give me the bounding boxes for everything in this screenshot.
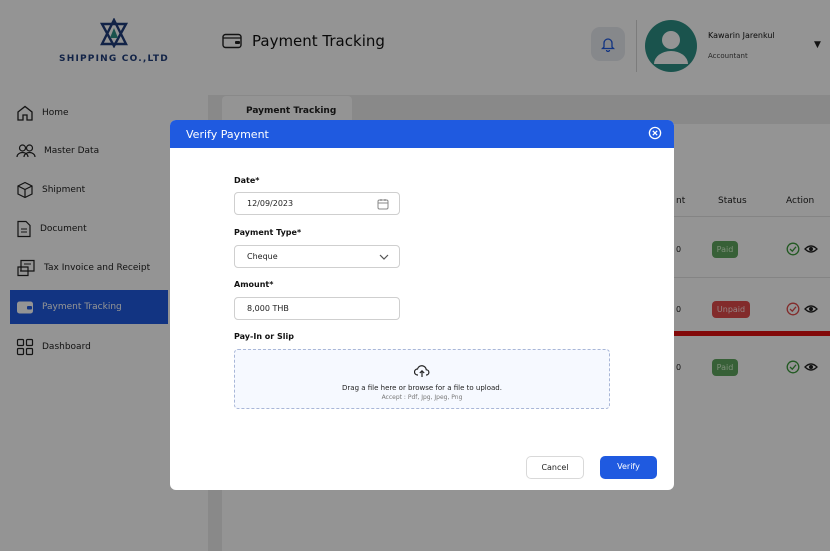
close-icon[interactable] [648, 126, 662, 140]
amount-field[interactable]: 8,000 THB [234, 297, 400, 320]
file-drop-zone[interactable]: Drag a file here or browse for a file to… [234, 349, 610, 409]
date-field[interactable]: 12/09/2023 [234, 192, 400, 215]
amount-value: 8,000 THB [247, 304, 289, 313]
calendar-icon[interactable] [377, 198, 389, 210]
payment-type-value: Cheque [247, 252, 278, 261]
drop-instructions: Drag a file here or browse for a file to… [342, 384, 502, 392]
date-value: 12/09/2023 [247, 199, 294, 208]
payment-type-select[interactable]: Cheque [234, 245, 400, 268]
payin-label: Pay-In or Slip [234, 332, 294, 341]
verify-button[interactable]: Verify [600, 456, 657, 479]
date-label: Date* [234, 176, 260, 185]
dialog-header: Verify Payment [170, 120, 674, 148]
accepted-formats: Accept : Pdf, Jpg, Jpeg, Png [381, 394, 463, 401]
amount-label: Amount* [234, 280, 274, 289]
cancel-button[interactable]: Cancel [526, 456, 584, 479]
payment-type-label: Payment Type* [234, 228, 302, 237]
dialog-title: Verify Payment [186, 128, 269, 141]
verify-payment-dialog: Verify Payment Date* 12/09/2023 Payment … [170, 120, 674, 490]
cloud-upload-icon [413, 365, 430, 377]
chevron-down-icon [379, 254, 389, 260]
